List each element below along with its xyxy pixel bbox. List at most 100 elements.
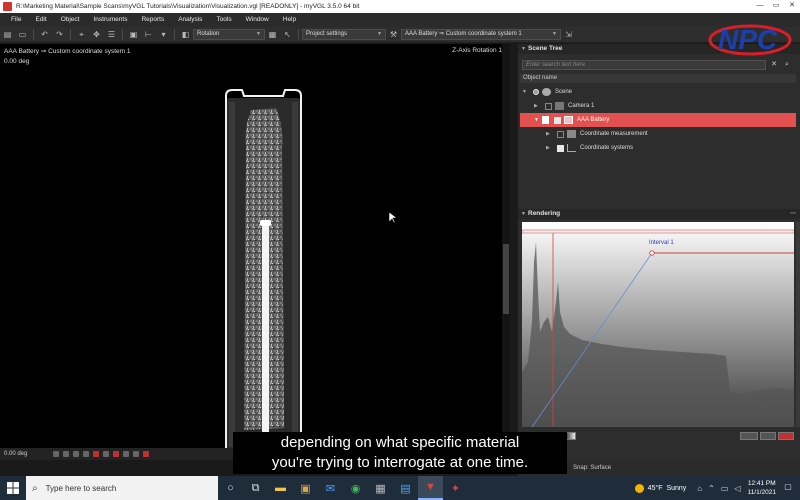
menu-help[interactable]: Help — [276, 13, 303, 27]
filter-icon[interactable]: ▾ — [158, 29, 169, 40]
collapse-icon[interactable]: ▼ — [521, 209, 526, 219]
tree-item-label: AAA Battery — [577, 117, 610, 123]
mode-dropdown[interactable]: Rotation ▼ — [193, 29, 265, 40]
restore-button[interactable]: ▭ — [768, 0, 784, 13]
caption-line-1: depending on what specific material — [280, 434, 520, 451]
panel-options-icon[interactable]: ⋯ — [790, 209, 796, 219]
volume-icon[interactable]: ◁ — [734, 484, 740, 493]
clip-icon[interactable] — [133, 451, 140, 457]
tree-item-camera[interactable]: ▶ Camera 1 — [534, 99, 796, 113]
menu-instruments[interactable]: Instruments — [86, 13, 134, 27]
notification-icon[interactable]: ▢ — [782, 482, 794, 494]
menu-bar: File Edit Object Instruments Reports Ana… — [0, 13, 800, 27]
camera-tool-icon[interactable] — [103, 451, 110, 457]
axis-icon[interactable] — [143, 451, 150, 457]
tree-item-coordinate-systems[interactable]: ▶ Coordinate systems — [546, 141, 796, 155]
open-folder-icon[interactable]: ▭ — [17, 29, 28, 40]
visibility-checkbox[interactable] — [557, 130, 564, 138]
chevron-right-icon[interactable]: ▶ — [546, 131, 554, 137]
chevron-right-icon[interactable]: ▶ — [546, 145, 554, 151]
cortana-icon[interactable]: ○ — [218, 476, 243, 500]
explorer-icon[interactable]: ▤ — [393, 476, 418, 500]
view-top-icon[interactable] — [73, 451, 80, 457]
record-icon[interactable] — [113, 451, 120, 457]
menu-analysis[interactable]: Analysis — [171, 13, 209, 27]
acrobat-icon[interactable]: ✦ — [443, 476, 468, 500]
red-tool-icon[interactable] — [93, 451, 100, 457]
scene-tree-search-input[interactable]: Enter search text here — [522, 60, 766, 70]
taskbar-clock[interactable]: 12:41 PM 11/1/2021 — [748, 479, 776, 497]
display-icon[interactable]: ▭ — [721, 484, 729, 493]
toolbar: ▤ ▭ ↶ ↷ ⌖ ✥ ☰ ▣ ⊢ ▾ ◧ Rotation ▼ ▦ ↖ Pro… — [0, 27, 800, 43]
collapse-icon[interactable]: ▼ — [521, 44, 526, 54]
search-icon[interactable]: ⌕ — [782, 60, 792, 70]
menu-object[interactable]: Object — [54, 13, 87, 27]
scrollbar-thumb[interactable] — [503, 244, 509, 314]
mail-icon[interactable]: ✉ — [318, 476, 343, 500]
taskbar-search-input[interactable]: ⌕ Type here to search — [26, 476, 218, 500]
visibility-icon[interactable] — [533, 89, 539, 95]
list-view-icon[interactable]: ☰ — [106, 29, 117, 40]
store-icon[interactable]: ▣ — [293, 476, 318, 500]
project-settings-dropdown[interactable]: Project settings ▼ — [302, 29, 386, 40]
transfer-function-editor[interactable]: Interval 1 — [522, 222, 794, 427]
light-icon[interactable] — [123, 451, 130, 457]
file-explorer-icon[interactable]: ▬ — [268, 476, 293, 500]
close-button[interactable]: ✕ — [784, 0, 800, 13]
reset-icon[interactable] — [778, 432, 794, 440]
select-tool-icon[interactable]: ⌖ — [76, 29, 87, 40]
visibility-checkbox[interactable] — [545, 102, 552, 110]
equal-icon[interactable] — [760, 432, 776, 440]
minimize-button[interactable]: — — [752, 0, 768, 13]
network-icon[interactable]: ⌂ — [697, 484, 702, 493]
start-button[interactable] — [0, 476, 26, 500]
tree-item-aaa-battery[interactable]: ▼ AAA Battery — [520, 113, 796, 127]
weather-widget[interactable]: 45°F Sunny — [634, 483, 687, 493]
measure-icon[interactable]: ⊢ — [143, 29, 154, 40]
annotation-icon[interactable]: ▣ — [128, 29, 139, 40]
new-file-icon[interactable]: ▤ — [2, 29, 13, 40]
align-icon[interactable]: ⇲ — [563, 29, 574, 40]
column-header-object-name[interactable]: Object name — [520, 74, 796, 83]
view-iso-icon[interactable] — [83, 451, 90, 457]
undo-icon[interactable]: ↶ — [39, 29, 50, 40]
chevron-down-icon[interactable]: ▼ — [522, 89, 530, 95]
visibility-checkbox[interactable] — [554, 116, 561, 124]
rendering-scrollbar[interactable] — [796, 222, 800, 427]
view-side-icon[interactable] — [63, 451, 70, 457]
chevron-right-icon[interactable]: ▶ — [534, 103, 542, 109]
weather-condition: Sunny — [666, 484, 687, 492]
control-point-handle[interactable] — [649, 250, 655, 256]
menu-edit[interactable]: Edit — [28, 13, 53, 27]
clear-search-icon[interactable]: ✕ — [769, 60, 779, 70]
3d-viewport[interactable]: AAA Battery ⇒ Custom coordinate system 1… — [0, 44, 510, 448]
task-view-icon[interactable]: ⧉ — [243, 476, 268, 500]
histogram-plot[interactable]: Interval 1 — [522, 222, 794, 427]
wrench-icon[interactable]: ⚒ — [388, 29, 399, 40]
grid-icon[interactable]: ▦ — [267, 29, 278, 40]
move-tool-icon[interactable]: ✥ — [91, 29, 102, 40]
coordinate-system-dropdown[interactable]: AAA Battery ⇒ Custom coordinate system 1… — [401, 29, 561, 40]
myvgl-taskbar-icon[interactable]: ▼ — [418, 476, 443, 500]
layer-icon[interactable]: ◧ — [180, 29, 191, 40]
tree-item-coordinate-measurement[interactable]: ▶ Coordinate measurement — [546, 127, 796, 141]
view-front-icon[interactable] — [53, 451, 60, 457]
visibility-checkbox[interactable] — [557, 144, 564, 152]
chevron-down-icon[interactable]: ▼ — [534, 117, 542, 123]
menu-window[interactable]: Window — [239, 13, 276, 27]
video-caption: depending on what specific material you'… — [233, 432, 567, 474]
measurement-icon — [567, 130, 576, 138]
pointer-icon[interactable]: ↖ — [282, 29, 293, 40]
menu-tools[interactable]: Tools — [209, 13, 238, 27]
tree-item-scene[interactable]: ▼ Scene — [522, 85, 796, 99]
mode-dropdown-value: Rotation — [197, 31, 220, 37]
lock-icon[interactable] — [542, 116, 549, 124]
viewport-scrollbar[interactable] — [502, 44, 510, 448]
calculator-icon[interactable]: ▦ — [368, 476, 393, 500]
show-hidden-icons[interactable]: ⌃ — [708, 484, 715, 493]
redo-icon[interactable]: ↷ — [54, 29, 65, 40]
curve-icon[interactable] — [740, 432, 758, 440]
chrome-icon[interactable]: ◉ — [343, 476, 368, 500]
menu-file[interactable]: File — [4, 13, 28, 27]
menu-reports[interactable]: Reports — [134, 13, 171, 27]
